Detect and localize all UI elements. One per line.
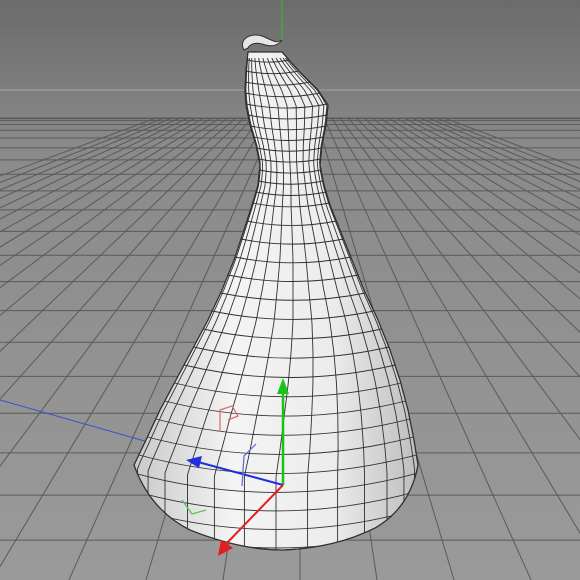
viewport-scene[interactable] <box>0 0 580 580</box>
3d-viewport[interactable] <box>0 0 580 580</box>
